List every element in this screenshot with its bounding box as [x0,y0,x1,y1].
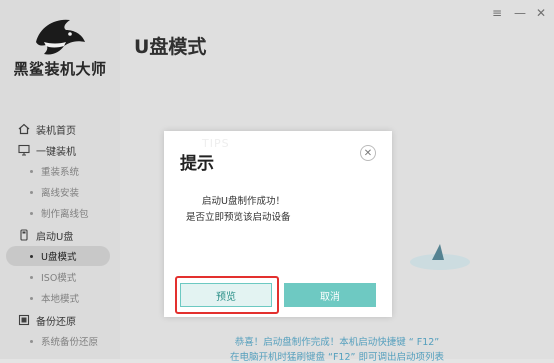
preview-button-highlight [175,276,279,314]
dialog-message-question: 是否立即预览该启动设备 [186,212,291,223]
dialog-close-button[interactable]: ✕ [360,145,376,161]
dialog-message-success: 启动U盘制作成功！ [202,196,285,207]
close-icon: ✕ [363,147,373,159]
cancel-button[interactable]: 取消 [284,283,376,307]
dialog-title: 提示 [180,154,214,174]
